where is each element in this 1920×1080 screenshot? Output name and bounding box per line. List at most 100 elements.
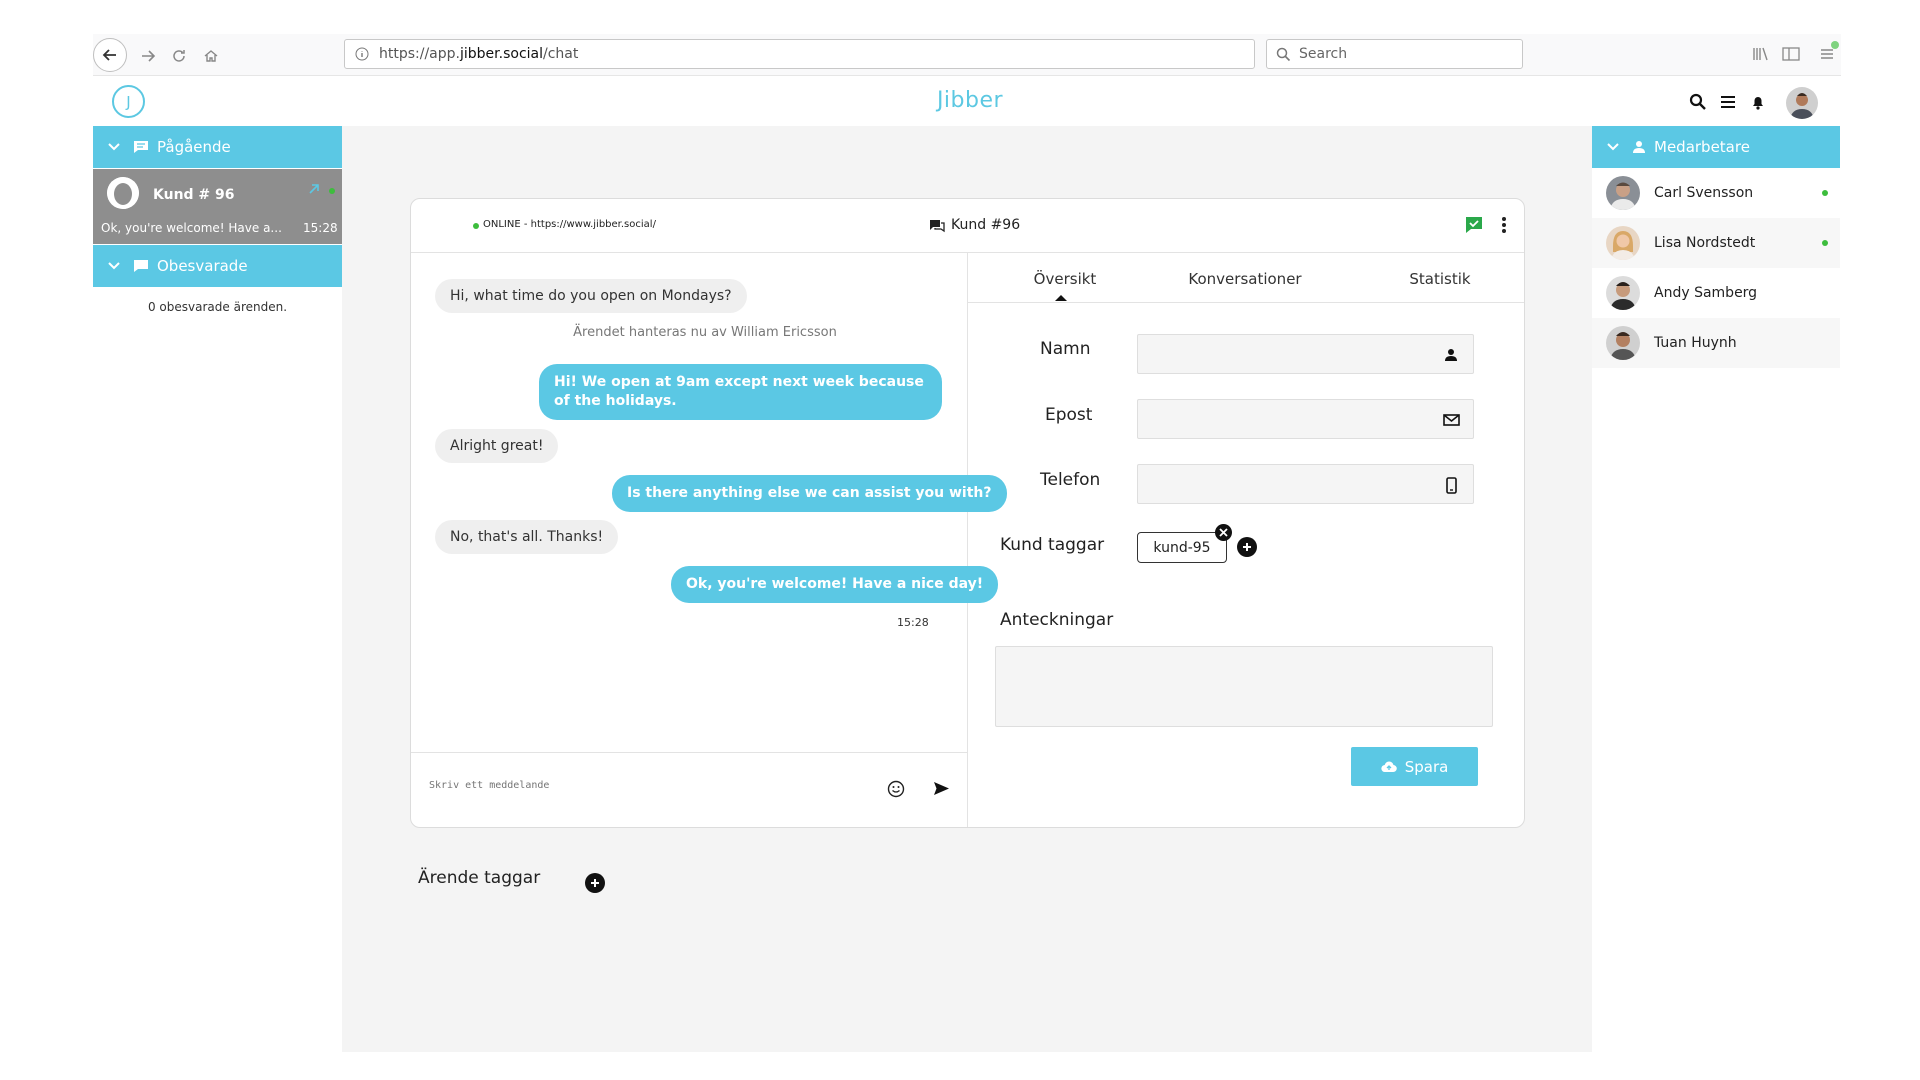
conversation-time: 15:28	[303, 221, 338, 235]
url-path: /chat	[543, 46, 579, 62]
coworker-item[interactable]: Tuan Huynh	[1592, 318, 1840, 368]
compose-bar	[411, 752, 967, 827]
menu-icon[interactable]	[1718, 92, 1738, 112]
unanswered-section-header[interactable]: Obesvarade	[93, 245, 342, 287]
tab-statistics[interactable]: Statistik	[1395, 270, 1485, 288]
reload-icon	[173, 50, 185, 62]
coworkers-title: Medarbetare	[1654, 138, 1750, 156]
case-tags-label: Ärende taggar	[418, 868, 541, 888]
status-line: ONLINE - https://www.jibber.social/	[483, 219, 656, 230]
ongoing-section-header[interactable]: Pågående	[93, 126, 342, 168]
add-case-tag-icon[interactable]	[585, 873, 605, 893]
chat-icon	[929, 219, 945, 233]
chevron-down-icon	[108, 143, 120, 151]
more-options-icon[interactable]	[1501, 215, 1507, 235]
arrow-right-icon	[142, 50, 156, 62]
app-logo[interactable]: J	[112, 85, 145, 118]
coworker-item[interactable]: Lisa Nordstedt	[1592, 218, 1840, 268]
arrow-left-icon	[102, 49, 116, 61]
save-button[interactable]: Spara	[1351, 747, 1478, 786]
url-domain: jibber.social	[460, 46, 544, 62]
message-outgoing: Ok, you're welcome! Have a nice day!	[671, 566, 999, 603]
customer-tags-label: Kund taggar	[1000, 535, 1105, 555]
coworker-item[interactable]: Andy Samberg	[1592, 268, 1840, 318]
email-field[interactable]	[1137, 399, 1474, 439]
avatar	[1606, 226, 1640, 260]
message-incoming: No, that's all. Thanks!	[435, 520, 619, 554]
cloud-upload-icon	[1381, 760, 1397, 772]
back-button[interactable]	[93, 38, 127, 72]
conversation-header: ONLINE - https://www.jibber.social/ Kund…	[411, 199, 1524, 253]
coworker-name: Andy Samberg	[1654, 285, 1758, 301]
resolve-chat-icon[interactable]	[1465, 216, 1483, 234]
search-icon[interactable]	[1688, 92, 1708, 112]
phone-label: Telefon	[1040, 470, 1101, 490]
app-title: Jibber	[936, 88, 1004, 113]
tabs-divider	[968, 302, 1524, 303]
phone-icon	[1441, 475, 1461, 495]
library-icon[interactable]	[1752, 46, 1770, 62]
coworker-name: Carl Svensson	[1654, 185, 1754, 201]
search-icon	[1276, 47, 1291, 62]
browser-menu-icon[interactable]	[1818, 40, 1840, 64]
url-prefix: https://app.	[379, 46, 460, 62]
reload-button[interactable]	[163, 40, 195, 72]
customer-tag-chip[interactable]: kund-95	[1137, 532, 1227, 563]
forward-button[interactable]	[132, 40, 164, 72]
system-message: Ärendet hanteras nu av William Ericsson	[573, 325, 837, 340]
browser-search-placeholder: Search	[1299, 46, 1348, 62]
bell-icon[interactable]	[1748, 92, 1768, 112]
conversation-name: Kund # 96	[153, 187, 235, 203]
coworker-name: Lisa Nordstedt	[1654, 235, 1756, 251]
online-dot	[1822, 240, 1828, 246]
add-customer-tag-icon[interactable]	[1237, 537, 1257, 557]
avatar	[1606, 176, 1640, 210]
remove-tag-icon[interactable]	[1215, 524, 1232, 541]
emoji-icon[interactable]	[887, 780, 905, 798]
home-button[interactable]	[195, 40, 227, 72]
home-icon	[204, 50, 218, 62]
message-time: 15:28	[897, 616, 929, 629]
active-tab-caret-icon	[1055, 295, 1067, 301]
conversation-item[interactable]: Kund # 96 Ok, you're welcome! Have a... …	[93, 169, 342, 244]
online-dot	[329, 188, 335, 194]
sidebar-toggle-icon[interactable]	[1782, 46, 1800, 62]
user-avatar[interactable]	[1786, 87, 1818, 119]
notes-label: Anteckningar	[1000, 610, 1114, 630]
conversation-preview: Ok, you're welcome! Have a...	[101, 221, 282, 235]
save-label: Spara	[1404, 757, 1449, 776]
tab-overview[interactable]: Översikt	[1010, 270, 1120, 288]
person-icon	[1441, 345, 1461, 365]
email-label: Epost	[1045, 405, 1093, 425]
browser-search-input[interactable]: Search	[1266, 39, 1523, 69]
send-icon[interactable]	[933, 781, 950, 796]
chat-bubble-icon	[134, 260, 148, 272]
envelope-icon	[1441, 410, 1461, 430]
message-outgoing: Hi! We open at 9am except next week beca…	[539, 364, 942, 420]
url-bar[interactable]: https://app. jibber.social/chat	[344, 39, 1255, 69]
notes-field[interactable]	[995, 646, 1493, 727]
customer-avatar-icon	[107, 177, 139, 209]
phone-field[interactable]	[1137, 464, 1474, 504]
message-input[interactable]	[427, 773, 857, 797]
coworkers-section-header[interactable]: Medarbetare	[1592, 126, 1840, 168]
transfer-arrow-icon	[307, 182, 321, 196]
ongoing-label: Pågående	[157, 138, 231, 156]
message-outgoing: Is there anything else we can assist you…	[612, 475, 1007, 512]
unanswered-empty-text: 0 obesvarade ärenden.	[147, 300, 288, 314]
coworker-name: Tuan Huynh	[1654, 335, 1737, 351]
status-url: https://www.jibber.social/	[530, 219, 656, 230]
avatar	[1606, 326, 1640, 360]
chat-bubble-icon	[134, 141, 148, 153]
message-incoming: Alright great!	[435, 429, 559, 463]
online-dot	[1822, 190, 1828, 196]
name-label: Namn	[1040, 339, 1091, 359]
name-field[interactable]	[1137, 334, 1474, 374]
avatar	[1606, 276, 1640, 310]
message-incoming: Hi, what time do you open on Mondays?	[435, 279, 747, 313]
info-icon	[355, 47, 369, 61]
chevron-down-icon	[1607, 143, 1619, 151]
unanswered-label: Obesvarade	[157, 257, 248, 275]
tab-conversations[interactable]: Konversationer	[1170, 270, 1320, 288]
coworker-item[interactable]: Carl Svensson	[1592, 168, 1840, 218]
